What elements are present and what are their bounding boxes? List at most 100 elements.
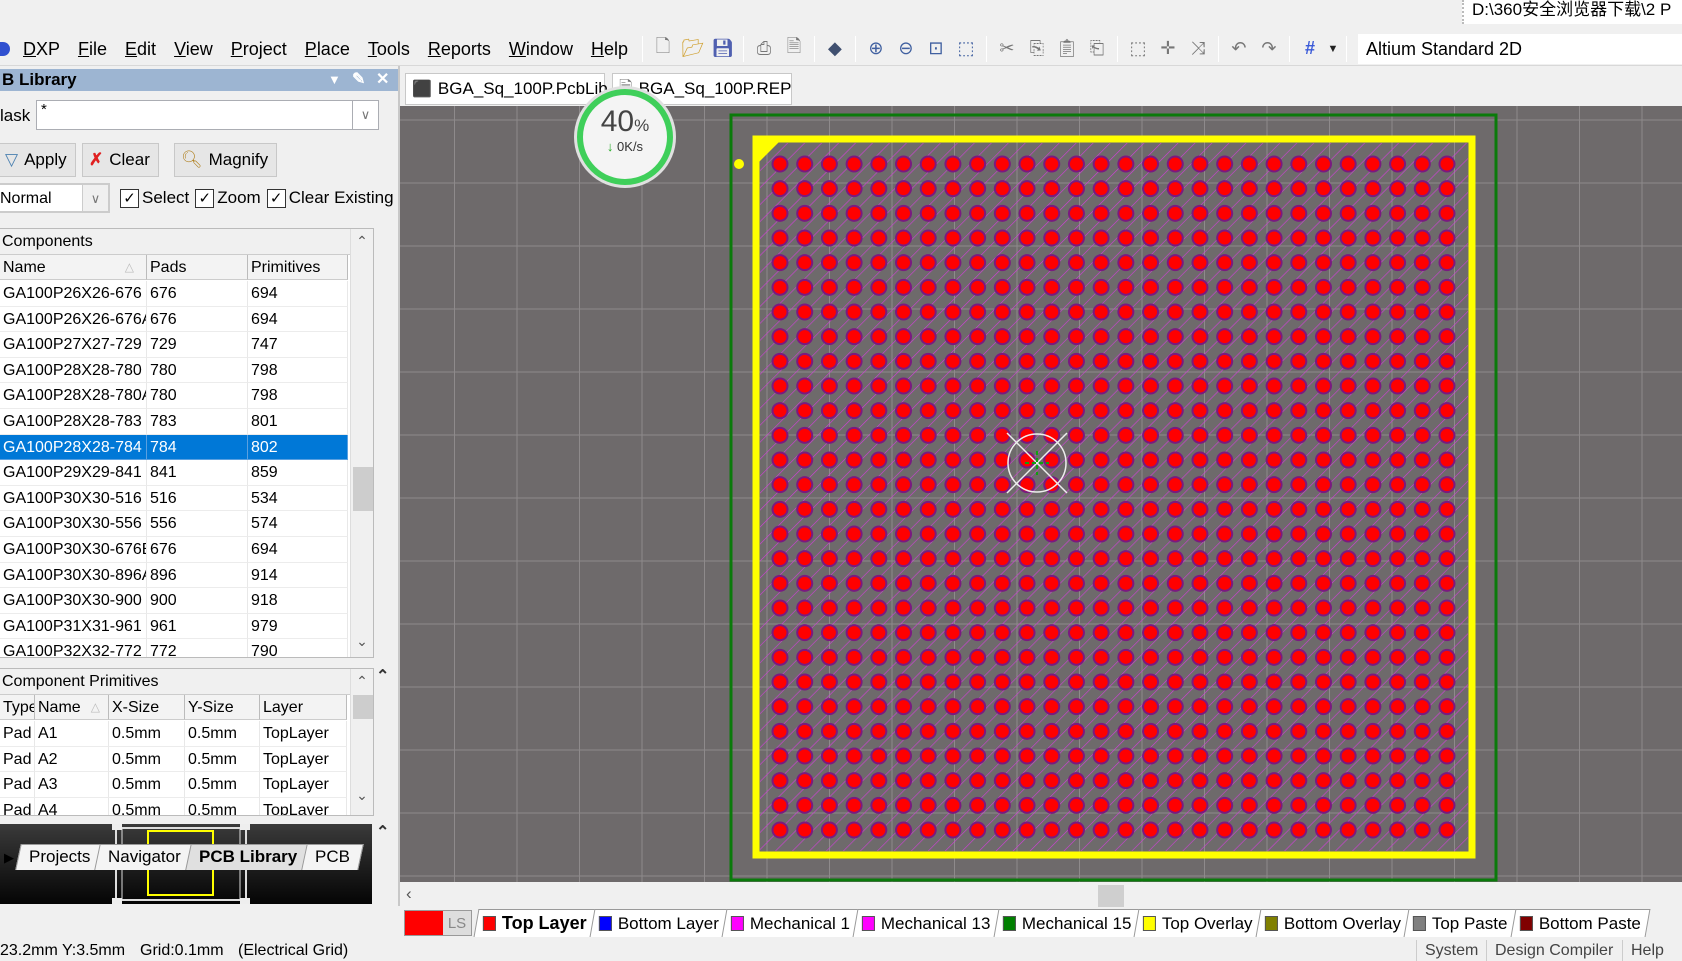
primitive-row[interactable]: Pad A1 0.5mm 0.5mm TopLayer [0,721,347,747]
layer-tab-top-layer[interactable]: Top Layer [473,909,597,937]
menu-edit[interactable]: Edit [116,34,165,64]
help-button[interactable]: Help [1622,940,1672,961]
component-row[interactable]: GA100P26X26-676A 676 694 [0,306,348,333]
primitive-row[interactable]: Pad A3 0.5mm 0.5mm TopLayer [0,772,347,798]
chevron-down-icon[interactable]: ∨ [82,185,108,211]
panel-menu-arrow-icon[interactable]: ▼ [328,69,341,91]
component-row[interactable]: GA100P27X27-729 729 747 [0,332,348,358]
system-button[interactable]: System [1416,940,1486,961]
cut-icon[interactable]: ✂ [992,34,1022,64]
component-row[interactable]: GA100P28X28-783 783 801 [0,409,348,435]
component-row[interactable]: GA100P30X30-556 556 574 [0,511,348,537]
scroll-down-icon[interactable]: ⌄ [351,633,373,650]
layer-tab-mechanical-15[interactable]: Mechanical 15 [993,909,1141,937]
select-area-icon[interactable]: ⬚ [1123,34,1153,64]
collapse-primitives-icon[interactable]: ⌃ [376,666,389,686]
close-icon[interactable]: ✕ [376,69,389,91]
mask-input[interactable]: * ∨ [36,100,379,130]
component-row[interactable]: GA100P28X28-784 784 802 [0,434,348,461]
component-row[interactable]: GA100P31X31-961 961 979 [0,613,348,640]
layer-tab-bottom-paste[interactable]: Bottom Paste [1510,909,1651,937]
filter-mode-select[interactable]: Normal ∨ [0,183,110,213]
component-row[interactable]: GA100P29X29-841 841 859 [0,460,348,486]
horizontal-scrollbar[interactable]: ‹ [400,882,1682,908]
menu-place[interactable]: Place [296,34,359,64]
panel-tab-projects[interactable]: Projects [15,844,105,870]
checkbox-zoom[interactable]: ✓ Zoom [195,188,261,208]
zoom-out-icon[interactable]: ⊖ [891,34,921,64]
scroll-thumb[interactable] [353,467,373,511]
component-row[interactable]: GA100P30X30-676B 676 694 [0,537,348,563]
redo-icon[interactable]: ↷ [1254,34,1284,64]
menu-help[interactable]: Help [582,34,637,64]
menu-window[interactable]: Window [500,34,582,64]
scroll-thumb[interactable] [353,695,373,719]
primitives-scrollbar[interactable]: ⌃ ⌄ [350,669,373,815]
layer-tab-mechanical-13[interactable]: Mechanical 13 [852,909,1001,937]
menu-reports[interactable]: Reports [419,34,500,64]
design-compiler-button[interactable]: Design Compiler [1486,940,1621,961]
view-mode-select[interactable]: Altium Standard 2D [1357,33,1682,64]
network-speed-widget[interactable]: 40% ↓ 0K/s [577,89,673,185]
component-row[interactable]: GA100P32X32-772 772 790 [0,639,348,657]
grid-icon[interactable]: # [1295,34,1325,64]
copy-icon[interactable]: ⎘ [1022,34,1052,64]
primitive-row[interactable]: Pad A4 0.5mm 0.5mm TopLayer [0,797,347,815]
clear-button[interactable]: ✗ Clear [82,143,159,177]
primitive-row[interactable]: Pad A2 0.5mm 0.5mm TopLayer [0,746,347,773]
layer-set-button[interactable]: LS [404,910,472,936]
apply-button[interactable]: ▽ Apply [0,143,76,177]
column-header-y-size[interactable]: Y-Size [185,695,260,720]
paste-icon[interactable]: 📋︎ [1052,34,1082,64]
grid-dropdown-arrow-icon[interactable]: ▼ [1325,34,1341,64]
menu-dxp[interactable]: DXP [14,34,69,64]
column-header-type[interactable]: Type [0,695,35,720]
layer-tab-top-paste[interactable]: Top Paste [1403,909,1518,937]
column-header-layer[interactable]: Layer [260,695,347,720]
panel-tab-navigator[interactable]: Navigator [94,844,195,870]
zoom-in-icon[interactable]: ⊕ [861,34,891,64]
component-row[interactable]: GA100P26X26-676 676 694 [0,281,348,307]
menu-file[interactable]: File [69,34,116,64]
component-row[interactable]: GA100P28X28-780A 780 798 [0,383,348,409]
scroll-up-icon[interactable]: ⌃ [351,673,373,690]
rubber-stamp-icon[interactable]: ⎗ [1082,34,1112,64]
component-row[interactable]: GA100P28X28-780 780 798 [0,357,348,384]
zoom-fit-icon[interactable]: ⊡ [921,34,951,64]
scroll-down-icon[interactable]: ⌄ [351,787,373,804]
layer-tab-bottom-layer[interactable]: Bottom Layer [589,909,729,937]
component-row[interactable]: GA100P30X30-896A 896 914 [0,562,348,589]
checkbox-box[interactable]: ✓ [120,188,139,208]
save-icon[interactable]: 💾︎ [708,34,738,64]
component-row[interactable]: GA100P30X30-900 900 918 [0,588,348,614]
magnify-button[interactable]: 🔍︎ Magnify [174,143,278,177]
column-header-name[interactable]: Name △ [35,695,109,720]
undo-icon[interactable]: ↶ [1224,34,1254,64]
pcb-canvas[interactable] [400,106,1682,882]
checkbox-box[interactable]: ✓ [195,188,215,208]
checkbox-clear-existing[interactable]: ✓ Clear Existing [266,188,394,208]
3d-layer-icon[interactable]: ◆ [820,34,850,64]
menu-tools[interactable]: Tools [359,34,419,64]
layer-tab-mechanical-1[interactable]: Mechanical 1 [721,909,860,937]
checkbox-select[interactable]: ✓ Select [120,188,189,208]
components-scrollbar[interactable]: ⌃ ⌄ [350,229,373,657]
zoom-area-icon[interactable]: ⬚ [951,34,981,64]
scroll-thumb[interactable] [1098,885,1124,907]
menu-project[interactable]: Project [222,34,296,64]
scroll-up-icon[interactable]: ⌃ [351,233,373,250]
collapse-minimap-icon[interactable]: ⌃ [376,822,389,842]
pcb-drawing[interactable] [400,106,1682,882]
layer-tab-bottom-overlay[interactable]: Bottom Overlay [1255,909,1411,937]
deselect-icon[interactable]: ⤨ [1183,34,1213,64]
layer-tab-top-overlay[interactable]: Top Overlay [1133,909,1263,937]
component-row[interactable]: GA100P30X30-516 516 534 [0,485,348,512]
panel-tab-pcb-library[interactable]: PCB Library [185,844,312,870]
menu-view[interactable]: View [165,34,222,64]
new-document-icon[interactable]: 🗋 [648,34,678,64]
print-icon[interactable]: ⎙ [749,34,779,64]
column-header-x-size[interactable]: X-Size [109,695,185,720]
pin-icon[interactable]: ✎ [352,69,365,91]
move-icon[interactable]: ✛ [1153,34,1183,64]
chevron-down-icon[interactable]: ∨ [352,101,378,129]
